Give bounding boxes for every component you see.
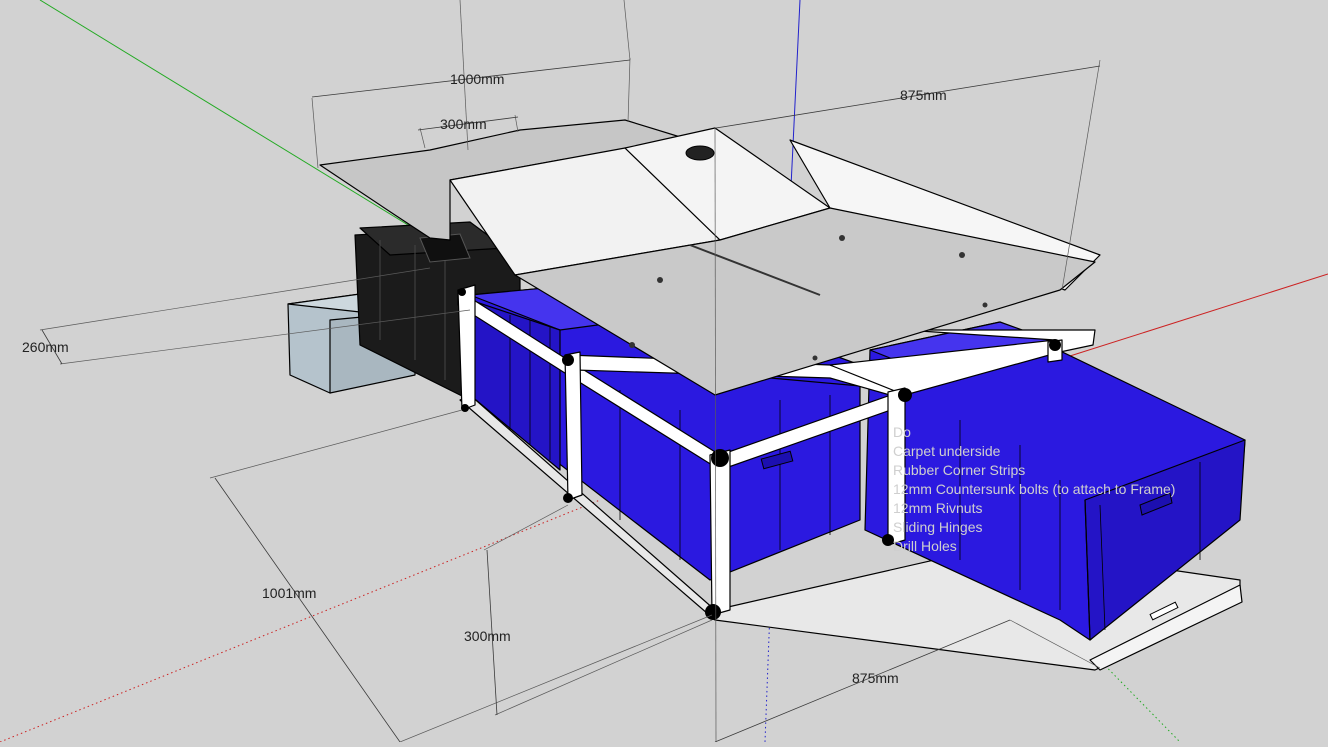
dim-label-base-height: 300mm: [464, 628, 511, 644]
note-item: Do: [893, 424, 911, 440]
note-item: Sliding Hinges: [893, 519, 983, 535]
dim-label-top-depth: 875mm: [900, 87, 947, 103]
dim-label-top-width: 1000mm: [450, 71, 504, 87]
dim-label-base-length: 1001mm: [262, 585, 316, 601]
model-canvas[interactable]: 1000mm 300mm 875mm 260mm 1001mm 300mm 87…: [0, 0, 1328, 743]
blue-axis-hidden: [764, 609, 771, 743]
note-item: Drill Holes: [893, 538, 957, 554]
note-item: 12mm Rivnuts: [893, 500, 982, 516]
note-item: 12mm Countersunk bolts (to attach to Fra…: [893, 481, 1175, 497]
dim-label-top-inner: 300mm: [440, 116, 487, 132]
note-item: Carpet underside: [893, 443, 1001, 459]
dim-label-side-height: 260mm: [22, 339, 69, 355]
dim-label-base-depth: 875mm: [852, 670, 899, 686]
note-item: Rubber Corner Strips: [893, 462, 1025, 478]
red-axis: [1069, 273, 1328, 357]
3d-model-viewport[interactable]: 1000mm 300mm 875mm 260mm 1001mm 300mm 87…: [0, 0, 1328, 743]
